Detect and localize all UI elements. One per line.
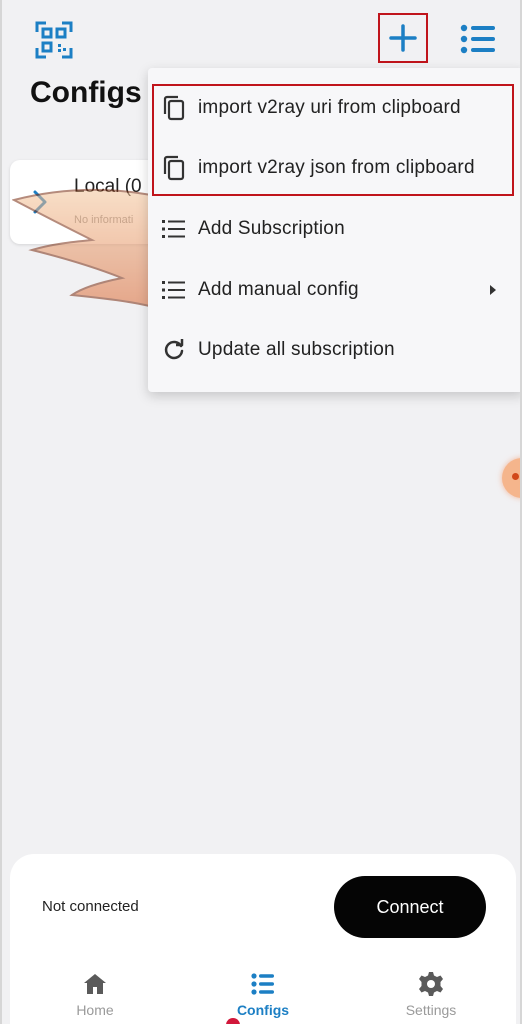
menu-item-label: import v2ray uri from clipboard: [198, 97, 461, 118]
nav-settings[interactable]: Settings: [376, 970, 486, 1024]
clipboard-copy-icon: [160, 154, 188, 182]
gear-icon: [416, 970, 446, 998]
app-screen: Configs Local (0 No informati R import v…: [0, 0, 522, 1024]
plus-icon: [389, 24, 417, 52]
menu-item-import-uri[interactable]: import v2ray uri from clipboard: [148, 78, 520, 138]
list-icon: [160, 276, 188, 304]
menu-item-label: import v2ray json from clipboard: [198, 157, 475, 178]
add-config-button[interactable]: [378, 13, 428, 63]
nav-home[interactable]: Home: [40, 970, 150, 1024]
chevron-right-icon: [33, 190, 47, 214]
nav-label: Settings: [405, 1002, 457, 1018]
qr-scan-icon: [35, 21, 73, 59]
bottom-nav: Home Configs Settings: [10, 962, 516, 1024]
group-name: Local (0: [74, 176, 142, 197]
add-config-dropdown: import v2ray uri from clipboard import v…: [148, 68, 520, 392]
list-menu-button[interactable]: [458, 22, 498, 56]
local-group-card[interactable]: Local (0 No informati: [10, 160, 170, 244]
menu-item-label: Add Subscription: [198, 218, 345, 239]
submenu-arrow-icon: [490, 285, 496, 295]
connection-panel: Not connected Connect Home Configs Setti…: [10, 854, 516, 1024]
nav-configs[interactable]: Configs: [208, 970, 318, 1024]
menu-item-label: Add manual config: [198, 279, 359, 300]
refresh-icon: [160, 336, 188, 364]
menu-item-update-subscriptions[interactable]: Update all subscription: [148, 320, 520, 380]
nav-label: Configs: [236, 1002, 290, 1018]
menu-item-label: Update all subscription: [198, 339, 395, 360]
menu-item-add-subscription[interactable]: Add Subscription: [148, 199, 520, 259]
floating-side-button[interactable]: [502, 458, 520, 498]
list-menu-icon: [460, 24, 495, 54]
nav-label: Home: [76, 1002, 114, 1018]
qr-scan-button[interactable]: [34, 20, 74, 60]
menu-item-add-manual-config[interactable]: Add manual config: [148, 260, 520, 320]
connect-button[interactable]: Connect: [334, 876, 486, 938]
list-icon: [160, 215, 188, 243]
page-title: Configs: [30, 76, 142, 109]
home-icon: [80, 970, 110, 998]
group-info: No informati: [74, 214, 134, 226]
list-icon: [248, 970, 278, 998]
connection-status: Not connected: [42, 898, 139, 915]
menu-item-import-json[interactable]: import v2ray json from clipboard: [148, 138, 520, 198]
top-bar: [2, 8, 520, 68]
clipboard-copy-icon: [160, 94, 188, 122]
